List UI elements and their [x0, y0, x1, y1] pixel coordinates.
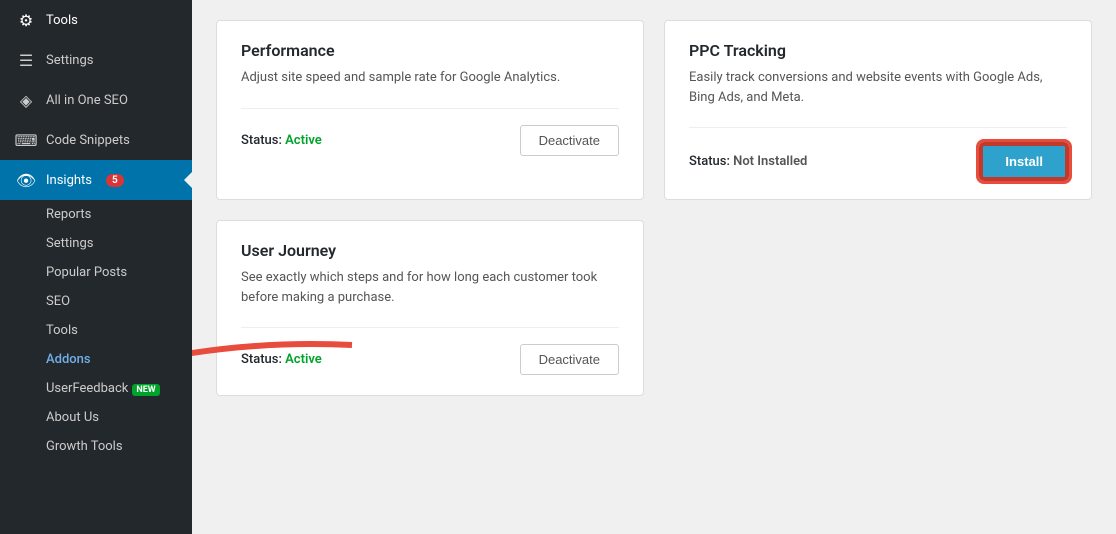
submenu-item-userfeedback[interactable]: UserFeedback NEW: [0, 374, 192, 403]
ppc-status: Status: Not Installed: [689, 154, 807, 169]
ppc-tracking-card: PPC Tracking Easily track conversions an…: [664, 20, 1092, 200]
performance-status-value: Active: [285, 133, 322, 148]
sidebar-seo-label: All in One SEO: [46, 93, 128, 108]
user-journey-status-label: Status:: [241, 352, 282, 367]
code-icon: ⌨: [16, 130, 36, 150]
user-journey-status-value: Active: [285, 352, 322, 367]
user-journey-status: Status: Active: [241, 352, 322, 367]
sidebar: ⚙ Tools ☰ Settings ◈ All in One SEO ⌨ Co…: [0, 0, 192, 534]
submenu-item-popular-posts[interactable]: Popular Posts: [0, 258, 192, 287]
ppc-status-label: Status:: [689, 154, 730, 169]
settings-icon: ☰: [16, 50, 36, 70]
submenu-item-seo[interactable]: SEO: [0, 287, 192, 316]
sidebar-item-insights[interactable]: 👁 Insights 5: [0, 160, 192, 200]
performance-card-title: Performance: [241, 41, 619, 60]
seo-icon: ◈: [16, 90, 36, 110]
performance-card-desc: Adjust site speed and sample rate for Go…: [241, 68, 619, 88]
submenu-item-reports[interactable]: Reports: [0, 200, 192, 229]
ppc-card-footer: Status: Not Installed Install: [689, 127, 1067, 179]
submenu-item-tools[interactable]: Tools: [0, 316, 192, 345]
main-content: Performance Adjust site speed and sample…: [192, 0, 1116, 534]
empty-placeholder: [664, 220, 1092, 396]
submenu-item-growth-tools[interactable]: Growth Tools: [0, 432, 192, 461]
user-journey-card: User Journey See exactly which steps and…: [216, 220, 644, 396]
performance-card-footer: Status: Active Deactivate: [241, 108, 619, 156]
cards-grid: Performance Adjust site speed and sample…: [216, 20, 1092, 200]
sidebar-item-codesnippets[interactable]: ⌨ Code Snippets: [0, 120, 192, 160]
sidebar-item-allinoneseo[interactable]: ◈ All in One SEO: [0, 80, 192, 120]
user-journey-card-footer: Status: Active Deactivate: [241, 327, 619, 375]
sidebar-item-settings[interactable]: ☰ Settings: [0, 40, 192, 80]
submenu-item-about-us[interactable]: About Us: [0, 403, 192, 432]
user-journey-card-title: User Journey: [241, 241, 619, 260]
user-journey-deactivate-button[interactable]: Deactivate: [520, 344, 619, 375]
new-badge: NEW: [132, 384, 159, 396]
sidebar-settings-label: Settings: [46, 53, 93, 68]
tools-icon: ⚙: [16, 10, 36, 30]
ppc-card-title: PPC Tracking: [689, 41, 1067, 60]
sidebar-item-tools[interactable]: ⚙ Tools: [0, 0, 192, 40]
active-arrow-indicator: [184, 170, 192, 190]
ppc-card-desc: Easily track conversions and website eve…: [689, 68, 1067, 107]
performance-card: Performance Adjust site speed and sample…: [216, 20, 644, 200]
user-journey-card-desc: See exactly which steps and for how long…: [241, 268, 619, 307]
ppc-status-value: Not Installed: [733, 154, 807, 169]
performance-status-label: Status:: [241, 133, 282, 148]
sidebar-code-label: Code Snippets: [46, 133, 130, 148]
second-row: User Journey See exactly which steps and…: [216, 220, 1092, 396]
sidebar-insights-label: Insights: [46, 173, 92, 188]
userfeedback-label: UserFeedback: [46, 381, 128, 396]
performance-deactivate-button[interactable]: Deactivate: [520, 125, 619, 156]
performance-status: Status: Active: [241, 133, 322, 148]
submenu-item-addons[interactable]: Addons: [0, 345, 192, 374]
insights-icon: 👁: [16, 170, 36, 190]
insights-badge: 5: [106, 174, 124, 187]
ppc-install-button[interactable]: Install: [981, 144, 1067, 179]
submenu-item-settings[interactable]: Settings: [0, 229, 192, 258]
sidebar-tools-label: Tools: [46, 13, 78, 28]
